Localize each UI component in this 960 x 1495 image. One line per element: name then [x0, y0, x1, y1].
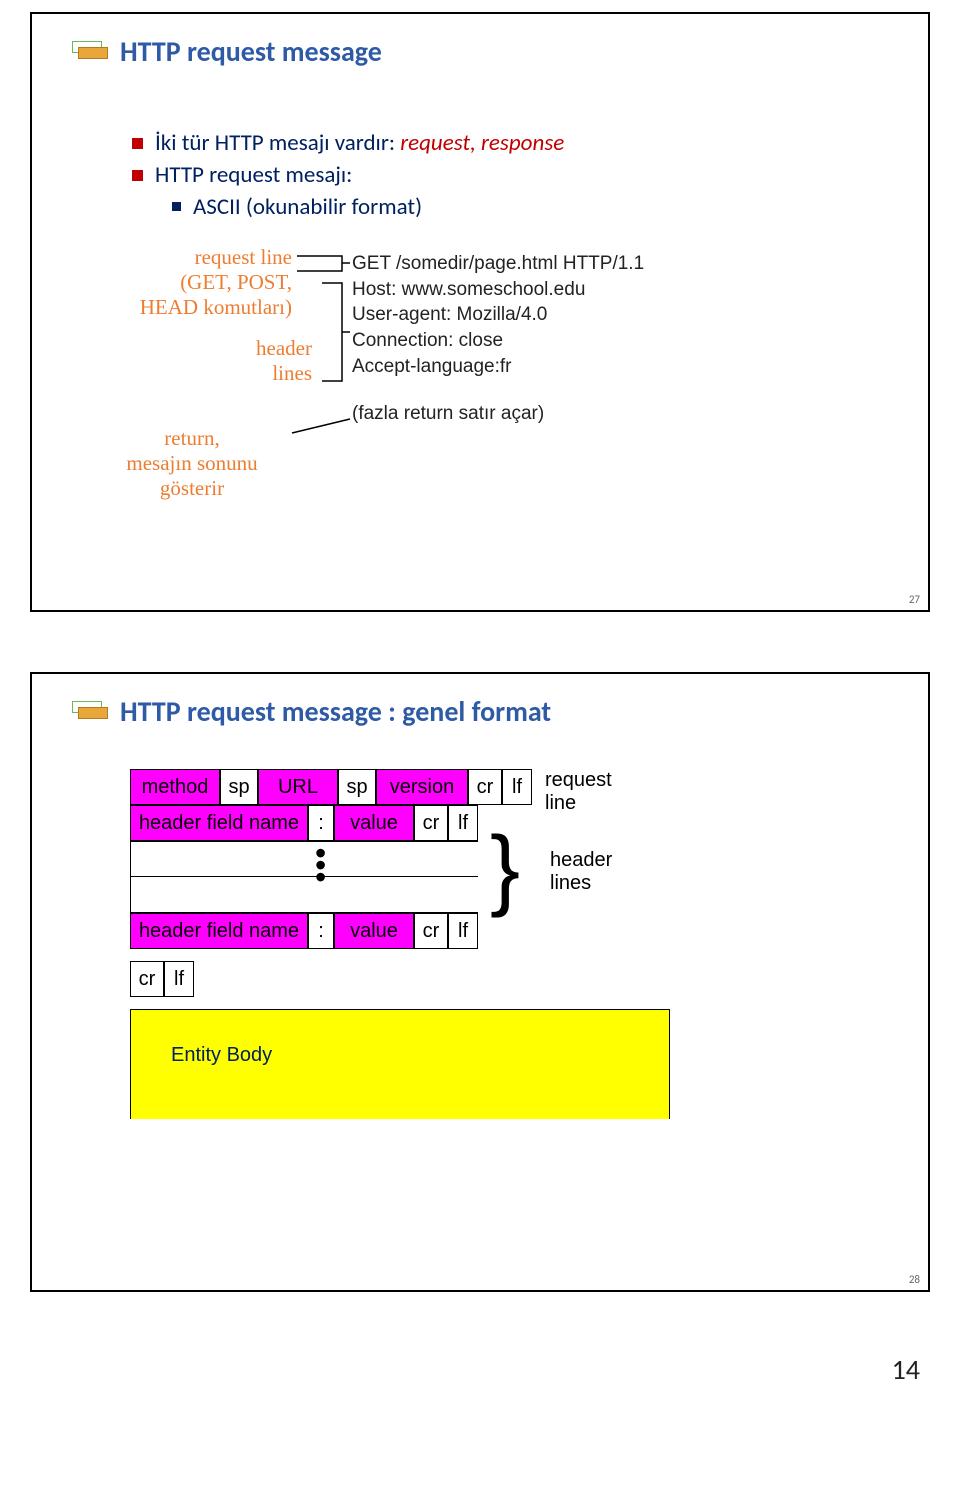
text: request line	[92, 245, 292, 270]
label-request-line: request line	[545, 769, 625, 815]
box-sp: sp	[338, 769, 376, 805]
box-value: value	[334, 913, 414, 949]
text: request line	[545, 769, 625, 815]
bullet-1: İki tür HTTP mesajı vardır: request, res…	[132, 129, 908, 157]
text: HEAD komutları)	[92, 295, 292, 320]
text: gösterir	[92, 476, 292, 501]
title-icon	[72, 37, 108, 67]
msg-line: User-agent: Mozilla/4.0	[352, 302, 644, 328]
box-lf: lf	[502, 769, 532, 805]
box-cr: cr	[414, 913, 448, 949]
msg-line: (fazla return satır açar)	[352, 401, 644, 427]
text: (GET, POST,	[92, 270, 292, 295]
brace-icon: }	[490, 829, 520, 909]
page-footer-number: 14	[0, 1352, 920, 1387]
box-version: version	[376, 769, 468, 805]
slide-page-number: 27	[909, 593, 920, 606]
bullet-icon	[132, 170, 143, 181]
text: header lines	[550, 849, 630, 895]
box-lf: lf	[164, 961, 194, 997]
text: return,	[92, 426, 292, 451]
title-row: HTTP request message	[72, 34, 908, 69]
box-open	[130, 841, 478, 877]
bullet-icon	[172, 202, 181, 211]
box-header-field: header field name	[130, 805, 308, 841]
box-url: URL	[258, 769, 338, 805]
msg-line: GET /somedir/page.html HTTP/1.1	[352, 251, 644, 277]
slide-page-number: 28	[909, 1273, 920, 1286]
msg-line: Connection: close	[352, 328, 644, 354]
text: header	[222, 336, 312, 361]
annot-request-line: request line (GET, POST, HEAD komutları)	[92, 245, 292, 321]
annot-header-lines: header lines	[222, 336, 312, 386]
box-lf: lf	[448, 913, 478, 949]
slide-title: HTTP request message : genel format	[120, 694, 551, 729]
box-header-field: header field name	[130, 913, 308, 949]
bullet-text: İki tür HTTP mesajı vardır: request, res…	[155, 129, 564, 157]
annotation-area: request line (GET, POST, HEAD komutları)…	[92, 251, 908, 511]
text: İki tür HTTP mesajı vardır:	[155, 129, 400, 157]
box-cr: cr	[468, 769, 502, 805]
box-open	[130, 877, 478, 913]
body-list: İki tür HTTP mesajı vardır: request, res…	[132, 129, 908, 221]
box-sp: sp	[220, 769, 258, 805]
bullet-2: HTTP request mesajı:	[132, 161, 908, 189]
ellipsis-dots: •••	[315, 847, 326, 883]
format-diagram: method sp URL sp version cr lf request l…	[130, 769, 830, 1189]
label-header-lines: header lines	[550, 849, 630, 895]
bullet-text: ASCII (okunabilir format)	[193, 193, 422, 221]
slide-title: HTTP request message	[120, 34, 382, 69]
http-message: GET /somedir/page.html HTTP/1.1 Host: ww…	[352, 251, 644, 427]
title-icon	[72, 697, 108, 727]
text: mesajın sonunu	[92, 451, 292, 476]
slide-1: HTTP request message İki tür HTTP mesajı…	[30, 12, 930, 612]
slide-2: HTTP request message : genel format meth…	[30, 672, 930, 1292]
box-lf: lf	[448, 805, 478, 841]
msg-line: Accept-language:fr	[352, 354, 644, 380]
box-cr: cr	[130, 961, 164, 997]
box-method: method	[130, 769, 220, 805]
box-colon: :	[308, 913, 334, 949]
bullet-text: HTTP request mesajı:	[155, 161, 352, 189]
box-entity-body: Entity Body	[130, 1009, 670, 1119]
box-cr: cr	[414, 805, 448, 841]
box-value: value	[334, 805, 414, 841]
bullet-icon	[132, 138, 143, 149]
title-row: HTTP request message : genel format	[72, 694, 908, 729]
bullet-3: ASCII (okunabilir format)	[172, 193, 908, 221]
annot-return: return, mesajın sonunu gösterir	[92, 426, 292, 502]
text: lines	[222, 361, 312, 386]
msg-line: Host: www.someschool.edu	[352, 277, 644, 303]
text-emph: request, response	[400, 129, 564, 157]
